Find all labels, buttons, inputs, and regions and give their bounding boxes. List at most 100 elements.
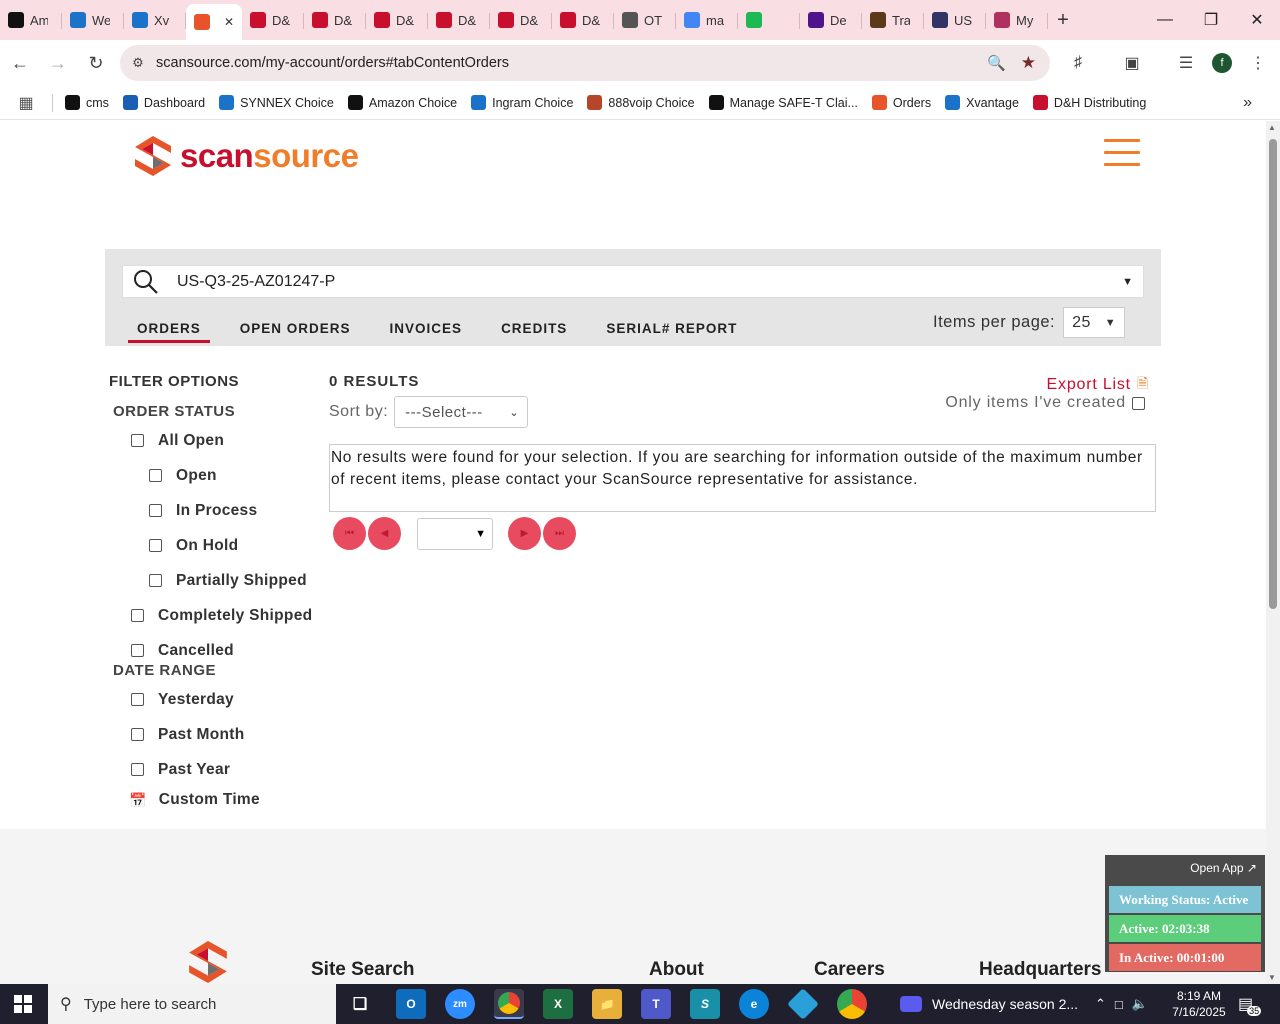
browser-tab[interactable]: De — [800, 4, 862, 36]
address-bar[interactable]: ⚙ scansource.com/my-account/orders#tabCo… — [120, 45, 1050, 81]
scansource-logo[interactable]: scansource — [134, 135, 359, 177]
minimize-icon[interactable]: — — [1142, 0, 1188, 40]
extensions-icon[interactable]: ♯ — [1063, 48, 1093, 78]
file-explorer-icon[interactable]: 📁 — [592, 989, 622, 1019]
date-range-option[interactable]: Yesterday — [131, 682, 324, 717]
bookmark-item[interactable]: Xvantage — [945, 95, 1019, 110]
footer-about[interactable]: About — [649, 959, 704, 981]
app-s-icon[interactable]: S — [690, 989, 720, 1019]
order-status-option[interactable]: Partially Shipped — [149, 563, 324, 598]
bookmark-item[interactable]: Amazon Choice — [347, 95, 457, 110]
status-checkbox[interactable] — [131, 644, 144, 657]
zoom-icon[interactable]: 🔍 — [987, 54, 1006, 72]
apps-grid-icon[interactable]: ▦ — [0, 93, 52, 113]
browser-tab[interactable]: US — [924, 4, 986, 36]
date-checkbox[interactable] — [131, 693, 144, 706]
browser-tab[interactable]: Am — [0, 4, 62, 36]
only-mine-checkbox[interactable] — [1132, 396, 1145, 410]
status-checkbox[interactable] — [131, 434, 144, 447]
teams-icon[interactable]: T — [641, 989, 671, 1019]
previous-page-icon[interactable]: ◀ — [368, 517, 401, 550]
footer-site-search[interactable]: Site Search — [311, 959, 415, 981]
date-checkbox[interactable] — [131, 728, 144, 741]
search-icon[interactable] — [133, 269, 159, 295]
profile-avatar[interactable]: f — [1207, 48, 1237, 78]
order-status-option[interactable]: Completely Shipped — [131, 598, 324, 633]
browser-tab[interactable]: Xv — [124, 4, 186, 36]
back-icon[interactable]: ← — [2, 45, 38, 81]
close-window-icon[interactable]: ✕ — [1234, 0, 1280, 40]
browser-tab[interactable]: Tra — [862, 4, 924, 36]
sort-select[interactable]: ---Select--- ⌄ — [394, 396, 529, 428]
page-scrollbar[interactable]: ▲ ▼ — [1266, 121, 1280, 984]
browser-tab[interactable]: ma — [676, 4, 738, 36]
status-checkbox[interactable] — [149, 574, 162, 587]
chrome-icon[interactable] — [494, 989, 524, 1019]
footer-careers[interactable]: Careers — [814, 959, 885, 981]
status-checkbox[interactable] — [149, 539, 162, 552]
taskbar-search[interactable]: ⚲ Type here to search — [48, 984, 336, 1024]
tab-open-orders[interactable]: OPEN ORDERS — [240, 311, 374, 346]
reload-icon[interactable]: ↻ — [78, 45, 114, 81]
bookmark-star-icon[interactable]: ★ — [1021, 53, 1036, 73]
status-checkbox[interactable] — [149, 469, 162, 482]
new-tab-icon[interactable]: + — [1048, 9, 1078, 32]
bookmark-item[interactable]: Manage SAFE-T Clai... — [708, 95, 858, 110]
page-select[interactable]: ▼ — [417, 517, 493, 550]
restore-icon[interactable]: ❐ — [1188, 0, 1234, 40]
volume-icon[interactable]: 🔈 — [1132, 996, 1148, 1012]
browser-tab[interactable]: D& — [428, 4, 490, 36]
bookmark-item[interactable]: cms — [65, 95, 109, 110]
status-checkbox[interactable] — [149, 504, 162, 517]
chrome-profile-icon[interactable] — [837, 989, 867, 1019]
next-page-icon[interactable]: ▶ — [508, 517, 541, 550]
media-control-icon[interactable]: ☰ — [1171, 48, 1201, 78]
browser-tab[interactable]: D& — [304, 4, 366, 36]
order-status-option[interactable]: In Process — [149, 493, 324, 528]
hamburger-menu-icon[interactable] — [1104, 139, 1140, 167]
windows-start-icon[interactable] — [14, 995, 32, 1013]
clock[interactable]: 8:19 AM 7/16/2025 — [1162, 984, 1236, 1024]
task-view-icon[interactable]: ❏ — [345, 989, 375, 1019]
search-dropdown-icon[interactable]: ▼ — [1122, 276, 1133, 288]
scrollbar-thumb[interactable] — [1269, 139, 1277, 609]
open-app-link[interactable]: Open App ↗ — [1105, 855, 1265, 875]
bookmark-item[interactable]: D&H Distributing — [1032, 95, 1146, 110]
media-widget[interactable]: Wednesday season 2... — [900, 984, 1078, 1024]
edge-icon[interactable]: e — [739, 989, 769, 1019]
outlook-icon[interactable]: O — [396, 989, 426, 1019]
forward-icon[interactable]: → — [40, 45, 76, 81]
browser-tab[interactable]: D& — [552, 4, 614, 36]
browser-tab[interactable]: D& — [366, 4, 428, 36]
site-info-icon[interactable]: ⚙ — [120, 55, 156, 71]
date-checkbox[interactable] — [131, 763, 144, 776]
excel-icon[interactable]: X — [543, 989, 573, 1019]
browser-tab[interactable]: ✕ — [186, 4, 242, 40]
tab-serial-report[interactable]: SERIAL# REPORT — [606, 311, 760, 346]
order-search-input[interactable] — [177, 272, 1077, 291]
menu-kebab-icon[interactable]: ⋮ — [1243, 48, 1273, 78]
browser-tab[interactable]: My — [986, 4, 1048, 36]
items-per-page-select[interactable]: 25 ▼ — [1063, 307, 1126, 338]
notification-center-icon[interactable]: ▤ 35 — [1238, 984, 1262, 1024]
bookmark-item[interactable]: Orders — [871, 95, 931, 110]
order-status-option[interactable]: On Hold — [149, 528, 324, 563]
bookmark-item[interactable]: SYNNEX Choice — [219, 95, 334, 110]
cast-icon[interactable]: ▣ — [1117, 48, 1147, 78]
first-page-icon[interactable]: ⏮ — [333, 517, 366, 550]
order-status-option[interactable]: Open — [149, 458, 324, 493]
tab-credits[interactable]: CREDITS — [501, 311, 590, 346]
footer-headquarters[interactable]: Headquarters — [979, 959, 1102, 981]
browser-tab[interactable]: OT — [614, 4, 676, 36]
browser-tab[interactable]: We — [62, 4, 124, 36]
browser-tab[interactable] — [738, 4, 800, 36]
tray-chevron-icon[interactable]: ⌃ — [1095, 996, 1106, 1012]
date-range-option[interactable]: Past Year — [131, 752, 324, 787]
browser-tab[interactable]: D& — [490, 4, 552, 36]
status-checkbox[interactable] — [131, 609, 144, 622]
bookmark-item[interactable]: 888voip Choice — [587, 95, 695, 110]
bookmark-item[interactable]: Dashboard — [122, 95, 205, 110]
more-bookmarks-icon[interactable]: » — [1243, 94, 1252, 112]
tab-invoices[interactable]: INVOICES — [390, 311, 486, 346]
order-status-option[interactable]: All Open — [131, 423, 324, 458]
